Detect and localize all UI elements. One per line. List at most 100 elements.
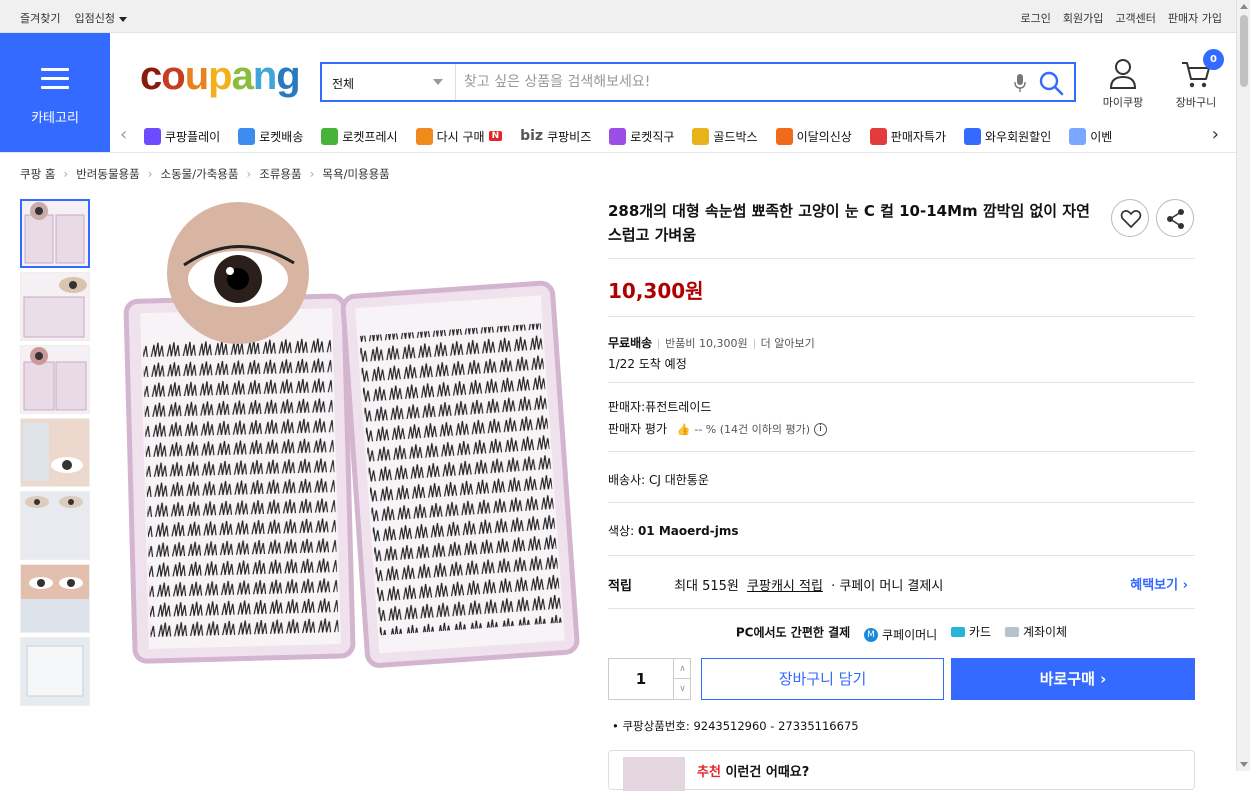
product-thumbnail[interactable]: [20, 345, 90, 414]
search-input[interactable]: [462, 68, 1002, 96]
share-icon: [1167, 209, 1184, 229]
chevron-down-icon[interactable]: ∨: [673, 679, 691, 699]
service-nav-item[interactable]: 골드박스: [692, 127, 758, 145]
login-link[interactable]: 로그인: [1021, 10, 1051, 26]
customer-center-link[interactable]: 고객센터: [1115, 10, 1155, 26]
service-nav: ‹ 쿠팡플레이 로켓배송 로켓프레시 다시 구매 N biz 쿠팡비즈 로켓직구 골드박스 이달의…: [120, 124, 1225, 148]
recommendation-highlight: 추천: [697, 765, 721, 780]
service-nav-item[interactable]: 로켓프레시: [321, 127, 398, 145]
rebuy-icon: [415, 127, 433, 145]
chevron-up-icon[interactable]: ∧: [673, 659, 691, 679]
color-label: 색상:: [608, 524, 635, 538]
service-nav-item[interactable]: 쿠팡플레이: [144, 127, 220, 145]
product-id-text: 쿠팡상품번호: 9243512960 - 27335116675: [622, 719, 859, 733]
search-category-value: 전체: [332, 77, 355, 91]
card-icon: [951, 626, 966, 637]
chevron-left-icon[interactable]: ‹: [120, 126, 127, 144]
product-price: 10,300원: [608, 279, 704, 303]
breadcrumb-item[interactable]: 목욕/미용용품: [322, 166, 389, 182]
service-nav-item[interactable]: 로켓직구: [609, 127, 674, 145]
section-divider: [608, 258, 1195, 259]
service-nav-label: 쿠팡비즈: [547, 129, 592, 144]
coupang-cash-link[interactable]: 쿠팡캐시 적립: [747, 579, 823, 594]
info-icon[interactable]: i: [813, 423, 827, 436]
service-nav-label: 와우회원할인: [985, 129, 1052, 144]
service-nav-item[interactable]: 판매자특가: [869, 127, 946, 145]
product-main-image[interactable]: [104, 199, 594, 689]
product-thumbnail[interactable]: [20, 564, 90, 633]
quantity-value[interactable]: 1: [609, 659, 673, 699]
event-icon: [1069, 127, 1087, 145]
seller-apply-menu[interactable]: 입점신청: [74, 10, 127, 26]
service-nav-label: 다시 구매: [436, 129, 485, 144]
signup-link[interactable]: 회원가입: [1063, 10, 1103, 26]
breadcrumb: 쿠팡 홈 › 반려동물용품 › 소동물/가축용품 › 조류용품 › 목욕/미용용품: [20, 166, 390, 182]
mypage-button[interactable]: 마이쿠팡: [1093, 58, 1153, 110]
section-divider: [608, 451, 1195, 452]
buy-now-button[interactable]: 바로구매 ›: [951, 658, 1195, 700]
header-divider: [0, 152, 1236, 153]
bookmark-link[interactable]: 즐겨찾기: [20, 10, 60, 26]
user-icon: [1109, 59, 1137, 89]
section-divider: [608, 555, 1195, 556]
service-nav-item[interactable]: biz 쿠팡비즈: [520, 128, 591, 145]
discount-icon: [869, 127, 887, 145]
wow-icon: [964, 127, 981, 145]
seller-rating: 판매자 평가 👍 -- % (14건 이하의 평가) i: [608, 420, 827, 437]
return-fee: 반품비 10,300원: [665, 337, 748, 350]
free-shipping-label: 무료배송: [608, 336, 653, 350]
product-thumbnail[interactable]: [20, 491, 90, 560]
more-info-link[interactable]: 더 알아보기: [761, 337, 815, 350]
search-icon[interactable]: [1038, 70, 1064, 96]
coupay-label: 쿠페이머니: [881, 628, 938, 642]
wishlist-button[interactable]: [1111, 199, 1149, 237]
recommendation-box[interactable]: 추천 이런건 어때요?: [608, 750, 1195, 791]
service-nav-label: 이벤: [1090, 129, 1113, 144]
service-nav-item[interactable]: 로켓배송: [238, 127, 303, 145]
cart-count-badge: 0: [1203, 49, 1224, 70]
breadcrumb-item[interactable]: 소동물/가축용품: [161, 166, 239, 182]
service-nav-item[interactable]: 이달의신상: [775, 127, 852, 145]
payment-methods: PC에서도 간편한 결제 M 쿠페이머니 카드 계좌이체: [608, 623, 1195, 643]
add-to-cart-button[interactable]: 장바구니 담기: [701, 658, 944, 700]
product-thumbnail[interactable]: [20, 637, 90, 706]
seller-signup-link[interactable]: 판매자 가입: [1168, 10, 1222, 26]
new-bag-icon: [775, 127, 793, 145]
service-nav-item[interactable]: 와우회원할인: [964, 127, 1052, 145]
pay-line-label: PC에서도 간편한 결제: [735, 625, 851, 640]
scroll-up-icon[interactable]: [1240, 4, 1248, 9]
search-category-select[interactable]: 전체: [322, 64, 456, 100]
chevron-right-icon: ›: [147, 167, 153, 181]
scrollbar-thumb[interactable]: [1240, 15, 1248, 87]
seller-name[interactable]: 판매자:퓨전트레이드: [608, 398, 711, 415]
breadcrumb-item[interactable]: 반려동물용품: [76, 166, 139, 182]
hamburger-icon: [41, 68, 69, 95]
seller-rating-label: 판매자 평가: [608, 422, 668, 436]
chevron-right-icon[interactable]: ›: [1212, 126, 1219, 144]
breadcrumb-item[interactable]: 쿠팡 홈: [20, 166, 55, 182]
scroll-down-icon[interactable]: [1240, 762, 1248, 767]
coupang-logo[interactable]: coupang: [140, 56, 301, 96]
service-nav-item[interactable]: 다시 구매 N: [415, 127, 503, 145]
product-thumbnail[interactable]: [20, 418, 90, 487]
service-nav-item[interactable]: 이벤: [1069, 127, 1113, 145]
cart-label: 장바구니: [1175, 96, 1217, 109]
bank-label: 계좌이체: [1022, 625, 1068, 639]
product-thumbnail[interactable]: [20, 272, 90, 341]
share-button[interactable]: [1156, 199, 1194, 237]
reward-label: 적립: [608, 579, 632, 594]
section-divider: [608, 382, 1195, 383]
section-divider: [608, 502, 1195, 503]
product-thumbnail[interactable]: [20, 199, 90, 268]
product-id: • 쿠팡상품번호: 9243512960 - 27335116675: [612, 719, 859, 733]
bank-icon: [1004, 626, 1019, 637]
service-nav-label: 이달의신상: [796, 129, 852, 144]
recommendation-text: 이런건 어때요?: [725, 765, 810, 780]
coupay-icon: M: [863, 627, 878, 642]
scrollbar[interactable]: [1236, 0, 1250, 771]
breadcrumb-item[interactable]: 조류용품: [259, 166, 301, 182]
quantity-stepper[interactable]: 1 ∧ ∨: [608, 658, 691, 700]
benefit-link[interactable]: 혜택보기 ›: [1130, 574, 1188, 593]
microphone-icon[interactable]: [1014, 74, 1026, 92]
category-button[interactable]: 카테고리: [0, 33, 110, 152]
